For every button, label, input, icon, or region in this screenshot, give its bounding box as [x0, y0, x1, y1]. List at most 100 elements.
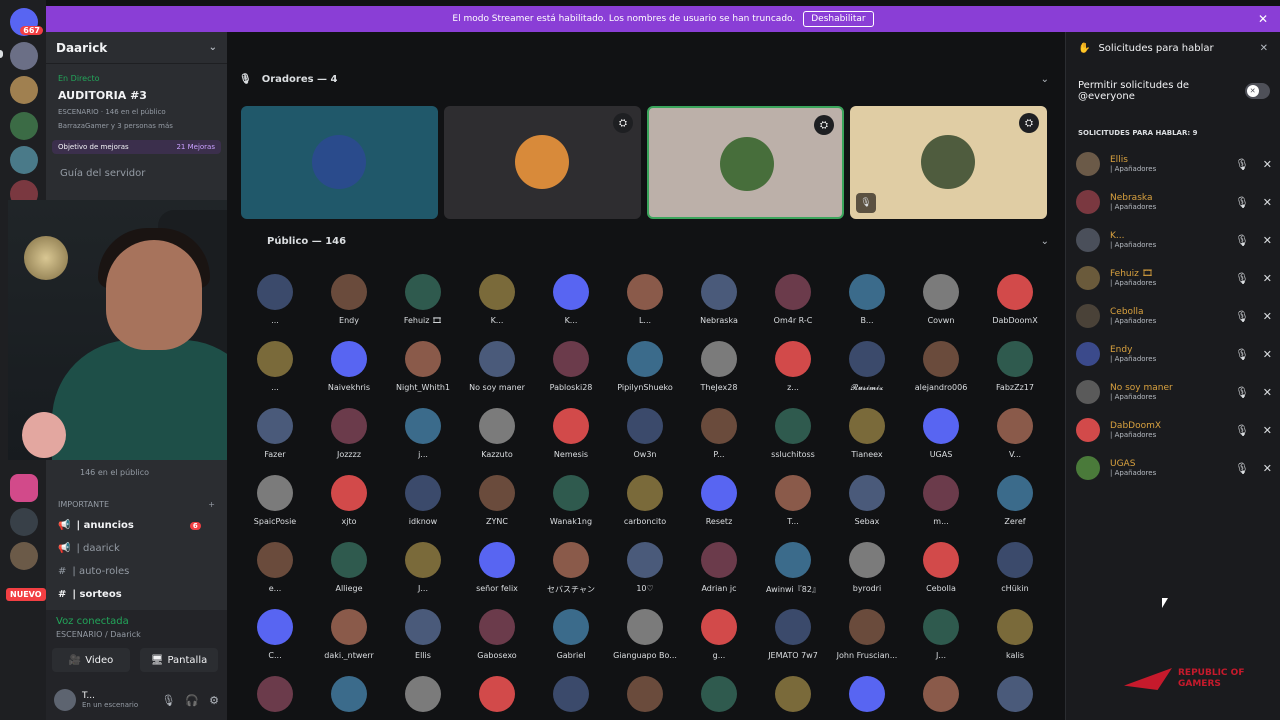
audience-member[interactable]: Fazer — [238, 408, 312, 459]
audience-member[interactable]: Nebraska — [682, 274, 756, 325]
live-stage-card[interactable]: En Directo AUDITORIA #3 ESCENARIO · 146 … — [52, 70, 221, 134]
speakers-header[interactable]: 🎙 Oradores — 4 — [239, 74, 338, 85]
avatar[interactable] — [54, 689, 76, 711]
audience-member[interactable]: idknow — [386, 475, 460, 526]
audience-member[interactable]: Gabosexo — [460, 609, 534, 660]
audience-member[interactable]: PipilynShueko — [608, 341, 682, 392]
dismiss-icon[interactable]: ✕ — [1263, 158, 1272, 171]
audience-member[interactable]: ... — [238, 274, 312, 325]
dismiss-icon[interactable]: ✕ — [1263, 386, 1272, 399]
audience-member[interactable]: 10♡ — [608, 542, 682, 593]
server-icon[interactable] — [10, 474, 38, 502]
audience-member[interactable]: FabzZz17 — [978, 341, 1052, 392]
audience-member[interactable]: T... — [756, 475, 830, 526]
channel-category[interactable]: IMPORTANTE + — [46, 500, 227, 509]
audience-member[interactable]: DabDoomX — [978, 274, 1052, 325]
audience-member[interactable]: Endy — [312, 274, 386, 325]
chevron-down-icon[interactable]: ⌄ — [1041, 236, 1049, 247]
audience-member[interactable]: e... — [238, 542, 312, 593]
audience-member[interactable]: 𝓡𝓾𝓼𝓲𝓶𝓲𝔁 — [830, 341, 904, 393]
audience-member[interactable]: Gabriel — [534, 609, 608, 660]
audience-member[interactable]: m... — [904, 475, 978, 526]
speaker-tile[interactable]: ⛭ — [647, 106, 844, 219]
screen-share-button[interactable]: 🖥 Pantalla — [140, 648, 218, 672]
server-icon[interactable] — [10, 542, 38, 570]
speak-request-row[interactable]: UGAS | Apañadores 🎙 ✕ — [1076, 453, 1272, 483]
invite-to-speak-icon[interactable]: 🎙 — [1235, 386, 1249, 399]
invite-to-speak-icon[interactable]: 🎙 — [1235, 310, 1249, 323]
audience-member[interactable]: Nemesis — [534, 408, 608, 459]
audience-header[interactable]: Público — 146 — [267, 236, 346, 247]
toggle-switch[interactable] — [1244, 83, 1270, 99]
audience-member[interactable] — [904, 676, 978, 712]
server-guide-link[interactable]: Guía del servidor — [46, 158, 227, 189]
audience-member[interactable] — [756, 676, 830, 712]
audience-member[interactable] — [386, 676, 460, 712]
audience-member[interactable]: L... — [608, 274, 682, 325]
audience-member[interactable] — [534, 676, 608, 712]
audience-member[interactable]: Sebax — [830, 475, 904, 526]
audience-member[interactable]: John Fruscian... — [830, 609, 904, 660]
speak-request-row[interactable]: Cebolla | Apañadores 🎙 ✕ — [1076, 301, 1272, 331]
audience-member[interactable]: UGAS — [904, 408, 978, 459]
audience-member[interactable]: ssluchitoss — [756, 408, 830, 459]
audience-member[interactable]: Covwn — [904, 274, 978, 325]
invite-to-speak-icon[interactable]: 🎙 — [1235, 234, 1249, 247]
audience-member[interactable] — [978, 676, 1052, 712]
headphones-icon[interactable]: 🎧 — [185, 694, 199, 707]
audience-member[interactable]: Kazzuto — [460, 408, 534, 459]
dismiss-icon[interactable]: ✕ — [1263, 272, 1272, 285]
server-icon[interactable] — [10, 76, 38, 104]
audience-member[interactable]: cHükin — [978, 542, 1052, 593]
audience-member[interactable]: Ow3n — [608, 408, 682, 459]
speak-request-row[interactable]: Nebraska | Apañadores 🎙 ✕ — [1076, 187, 1272, 217]
speak-request-row[interactable]: No soy maner | Apañadores 🎙 ✕ — [1076, 377, 1272, 407]
audience-member[interactable]: ... — [238, 341, 312, 392]
audience-member[interactable]: daki._ntwerr — [312, 609, 386, 660]
audience-member[interactable]: B... — [830, 274, 904, 325]
speak-request-row[interactable]: K... | Apañadores 🎙 ✕ — [1076, 225, 1272, 255]
audience-member[interactable]: carboncito — [608, 475, 682, 526]
invite-to-speak-icon[interactable]: 🎙 — [1235, 424, 1249, 437]
server-icon[interactable] — [10, 42, 38, 70]
audience-member[interactable]: C... — [238, 609, 312, 660]
audience-member[interactable]: K... — [460, 274, 534, 325]
server-icon[interactable] — [10, 146, 38, 174]
audience-member[interactable]: Cebolla — [904, 542, 978, 593]
speaker-tile[interactable] — [241, 106, 438, 219]
audience-member[interactable]: JEMATO 7w7 — [756, 609, 830, 660]
speak-request-row[interactable]: DabDoomX | Apañadores 🎙 ✕ — [1076, 415, 1272, 445]
audience-member[interactable] — [238, 676, 312, 712]
audience-member[interactable]: J... — [904, 609, 978, 660]
dismiss-icon[interactable]: ✕ — [1263, 462, 1272, 475]
audience-member[interactable]: P... — [682, 408, 756, 459]
disable-button[interactable]: Deshabilitar — [803, 11, 874, 27]
audience-member[interactable]: Tianeex — [830, 408, 904, 459]
audience-member[interactable]: byrodri — [830, 542, 904, 593]
chevron-down-icon[interactable]: ⌄ — [1041, 74, 1049, 85]
user-info[interactable]: T... En un escenario — [76, 691, 138, 709]
audience-member[interactable]: セバスチャン — [534, 542, 608, 595]
invite-to-speak-icon[interactable]: 🎙 — [1235, 158, 1249, 171]
channel-auto-roles[interactable]: # | auto-roles — [58, 566, 129, 577]
dismiss-icon[interactable]: ✕ — [1263, 196, 1272, 209]
audience-member[interactable]: ZYNC — [460, 475, 534, 526]
server-icon[interactable] — [10, 112, 38, 140]
audience-member[interactable]: señor felix — [460, 542, 534, 593]
audience-member[interactable]: SpaicPosie — [238, 475, 312, 526]
voice-status[interactable]: Voz conectada — [56, 616, 129, 627]
gear-icon[interactable]: ⚙ — [209, 694, 219, 707]
audience-member[interactable]: No soy maner — [460, 341, 534, 392]
audience-member[interactable]: Pabloski28 — [534, 341, 608, 392]
speak-request-row[interactable]: Endy | Apañadores 🎙 ✕ — [1076, 339, 1272, 369]
channel-anuncios[interactable]: 📢 | anuncios 6 — [58, 520, 201, 531]
audience-member[interactable]: Gianguapo Bo... — [608, 609, 682, 660]
audience-member[interactable] — [460, 676, 534, 712]
audience-member[interactable]: Adrian jc — [682, 542, 756, 593]
close-icon[interactable]: ✕ — [1260, 43, 1268, 54]
audience-member[interactable]: J... — [386, 542, 460, 593]
audience-member[interactable]: Om4r R-C — [756, 274, 830, 325]
server-icon[interactable] — [10, 508, 38, 536]
dismiss-icon[interactable]: ✕ — [1263, 310, 1272, 323]
audience-member[interactable]: Resetz — [682, 475, 756, 526]
